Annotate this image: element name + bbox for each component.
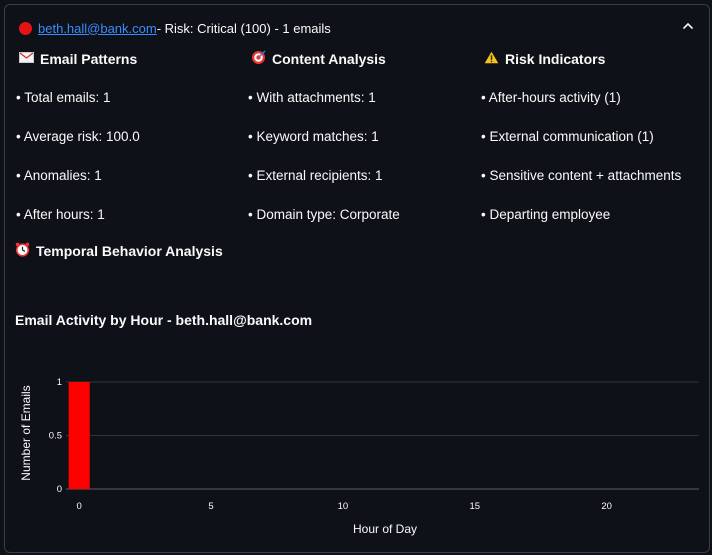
content-analysis-section: Content Analysis With attachments: 1 Key…: [250, 48, 400, 222]
risk-indicators-heading: Risk Indicators: [483, 48, 605, 70]
y-tick-label: 0.5: [49, 431, 62, 442]
bar-hour-0[interactable]: [68, 382, 90, 489]
list-item: External communication (1): [481, 129, 653, 144]
x-tick-label: 15: [470, 501, 481, 512]
y-tick-labels: 00.51: [49, 377, 62, 495]
x-tick-label: 0: [77, 501, 82, 512]
y-tick-label: 1: [57, 377, 62, 388]
list-item: Keyword matches: 1: [248, 129, 378, 144]
x-tick-label: 20: [601, 501, 612, 512]
x-tick-label: 10: [338, 501, 349, 512]
panel-header[interactable]: beth.hall@bank.com - Risk: Critical (100…: [5, 5, 709, 51]
temporal-title: Temporal Behavior Analysis: [36, 243, 223, 259]
content-analysis-title: Content Analysis: [272, 51, 386, 67]
warning-icon: [483, 51, 499, 67]
email-patterns-title: Email Patterns: [40, 51, 138, 67]
envelope-icon: [18, 52, 34, 66]
temporal-heading: Temporal Behavior Analysis: [14, 242, 223, 260]
chart-bars: [68, 382, 90, 489]
user-email-link[interactable]: beth.hall@bank.com: [38, 21, 157, 36]
alarm-clock-icon: [14, 242, 30, 260]
x-axis-label: Hour of Day: [353, 522, 417, 536]
list-item: After hours: 1: [16, 207, 105, 222]
y-axis-label: Number of Emails: [19, 385, 33, 480]
email-patterns-heading: Email Patterns: [18, 48, 137, 70]
x-tick-labels: 0 5 10 15 20: [77, 501, 612, 512]
y-tick-label: 0: [57, 484, 62, 495]
list-item: With attachments: 1: [248, 90, 375, 105]
chart-grid: [66, 381, 699, 490]
x-tick-label: 5: [208, 501, 213, 512]
list-item: Departing employee: [481, 207, 610, 222]
risk-indicators-section: Risk Indicators After-hours activity (1)…: [483, 48, 681, 222]
list-item: After-hours activity (1): [481, 90, 621, 105]
list-item: Total emails: 1: [16, 90, 110, 105]
risk-indicators-title: Risk Indicators: [505, 51, 606, 67]
chevron-up-icon[interactable]: [681, 19, 695, 33]
list-item: Sensitive content + attachments: [481, 168, 681, 183]
list-item: Average risk: 100.0: [16, 129, 140, 144]
chart-title: Email Activity by Hour - beth.hall@bank.…: [15, 312, 313, 328]
risk-summary: - Risk: Critical (100) - 1 emails: [156, 20, 331, 36]
target-icon: [250, 50, 266, 68]
content-analysis-heading: Content Analysis: [250, 48, 386, 70]
critical-status-dot: [19, 21, 32, 35]
email-activity-chart: 0 5 10 15 20 00.51 Hour of Day Number of Ema…: [19, 377, 699, 536]
list-item: Anomalies: 1: [16, 168, 102, 183]
email-patterns-section: Email Patterns Total emails: 1 Average r…: [18, 48, 140, 222]
list-item: Domain type: Corporate: [248, 207, 399, 222]
list-item: External recipients: 1: [248, 168, 382, 183]
